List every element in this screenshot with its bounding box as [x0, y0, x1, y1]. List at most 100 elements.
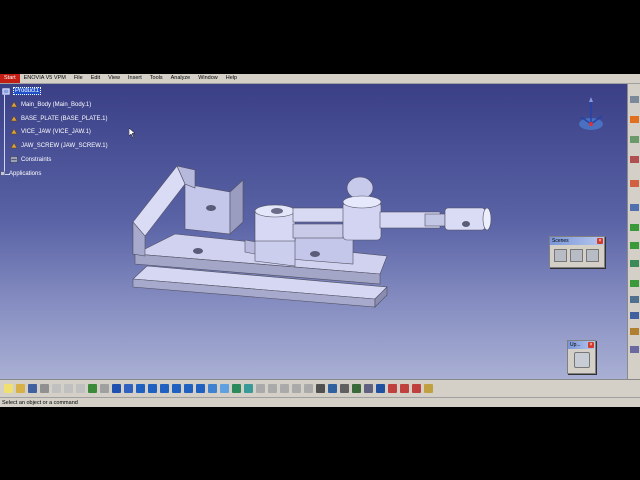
tool-icon[interactable] [630, 296, 639, 303]
tool-icon[interactable] [630, 136, 639, 143]
undo-icon[interactable] [88, 384, 97, 393]
menu-bar: Start ENOVIA V5 VPM File Edit View Inser… [0, 74, 640, 84]
measure-item-icon[interactable] [268, 384, 277, 393]
tree-node-label: Applications [9, 170, 42, 177]
section-icon[interactable] [352, 384, 361, 393]
tree-node-label: Product1 [13, 87, 42, 95]
apply-material-icon[interactable] [388, 384, 397, 393]
part-icon [10, 142, 18, 149]
menu-tools[interactable]: Tools [146, 74, 167, 83]
menu-help[interactable]: Help [222, 74, 241, 83]
save-icon[interactable] [28, 384, 37, 393]
menu-analyze[interactable]: Analyze [167, 74, 195, 83]
menu-file[interactable]: File [70, 74, 87, 83]
update-toolbar[interactable]: Up... × [567, 340, 596, 374]
cut-icon[interactable] [52, 384, 61, 393]
open-icon[interactable] [16, 384, 25, 393]
tree-node-base-plate[interactable]: BASE_PLATE (BASE_PLATE.1) [10, 115, 107, 122]
whats-this-icon[interactable] [112, 384, 121, 393]
tree-node-label: VICE_JAW (VICE_JAW.1) [21, 128, 91, 135]
scenes-toolbar[interactable]: Scenes × [549, 236, 605, 268]
camera-icon[interactable] [316, 384, 325, 393]
grid-icon[interactable] [424, 384, 433, 393]
tool-icon[interactable] [630, 328, 639, 335]
applications-icon [0, 171, 5, 176]
tree-line [4, 91, 5, 175]
product-icon [2, 87, 10, 95]
status-bar: Select an object or a command [0, 397, 640, 407]
snap-icon[interactable] [304, 384, 313, 393]
right-toolbar [627, 84, 640, 389]
compass-icon[interactable] [576, 94, 610, 132]
tool-icon[interactable] [630, 280, 639, 287]
tree-node-product1[interactable]: Product1 [2, 87, 42, 95]
analysis-icon[interactable] [376, 384, 385, 393]
measure-icon[interactable] [256, 384, 265, 393]
tool-icon[interactable] [630, 116, 639, 123]
tree-node-vice-jaw[interactable]: VICE_JAW (VICE_JAW.1) [10, 128, 91, 135]
3d-viewport[interactable]: Product1 Main_Body (Main_Body.1) BASE_PL… [0, 84, 627, 389]
copy-icon[interactable] [64, 384, 73, 393]
tool-icon[interactable] [630, 96, 639, 103]
tool-icon[interactable] [630, 204, 639, 211]
catia-window: Start ENOVIA V5 VPM File Edit View Inser… [0, 74, 640, 407]
tool-icon[interactable] [630, 224, 639, 231]
tool-icon[interactable] [630, 346, 639, 353]
tree-node-main-body[interactable]: Main_Body (Main_Body.1) [10, 101, 91, 108]
fly-mode-icon[interactable] [124, 384, 133, 393]
pan-icon[interactable] [148, 384, 157, 393]
tree-node-jaw-screw[interactable]: JAW_SCREW (JAW_SCREW.1) [10, 142, 108, 149]
scenes-close-button[interactable]: × [597, 238, 603, 244]
part-icon [10, 128, 18, 135]
tool-icon[interactable] [630, 180, 639, 187]
swap-space-icon[interactable] [244, 384, 253, 393]
scene-create-icon[interactable] [554, 249, 567, 262]
tree-node-label: BASE_PLATE (BASE_PLATE.1) [21, 115, 108, 122]
mouse-cursor-icon [129, 128, 136, 138]
vise-assembly-model[interactable] [125, 144, 500, 319]
scenes-title: Scenes [550, 237, 604, 245]
bottom-toolbar [0, 379, 640, 397]
fix-icon[interactable] [400, 384, 409, 393]
hide-show-icon[interactable] [232, 384, 241, 393]
tool-icon[interactable] [630, 312, 639, 319]
tree-node-label: Constraints [21, 156, 52, 163]
scene-apply-icon[interactable] [586, 249, 599, 262]
menu-window[interactable]: Window [194, 74, 222, 83]
tool-icon[interactable] [630, 242, 639, 249]
print-icon[interactable] [40, 384, 49, 393]
scene-icon[interactable] [340, 384, 349, 393]
jaw-screw-part[interactable] [292, 195, 492, 241]
clash-icon[interactable] [364, 384, 373, 393]
catalog-icon[interactable] [328, 384, 337, 393]
shading-icon[interactable] [220, 384, 229, 393]
update-close-button[interactable]: × [588, 342, 594, 348]
part-icon [10, 101, 18, 108]
zoom-in-icon[interactable] [172, 384, 181, 393]
normal-view-icon[interactable] [196, 384, 205, 393]
scene-edit-icon[interactable] [570, 249, 583, 262]
fit-all-icon[interactable] [136, 384, 145, 393]
redo-icon[interactable] [100, 384, 109, 393]
coincidence-icon[interactable] [412, 384, 421, 393]
update-all-icon[interactable] [573, 352, 590, 368]
new-icon[interactable] [4, 384, 13, 393]
tool-icon[interactable] [630, 260, 639, 267]
menu-edit[interactable]: Edit [87, 74, 104, 83]
menu-enovia[interactable]: ENOVIA V5 VPM [20, 74, 70, 83]
tool-icon[interactable] [630, 156, 639, 163]
tree-node-applications[interactable]: Applications [0, 170, 41, 177]
rotate-icon[interactable] [160, 384, 169, 393]
zoom-out-icon[interactable] [184, 384, 193, 393]
part-icon [10, 115, 18, 122]
measure-inertia-icon[interactable] [280, 384, 289, 393]
iso-view-icon[interactable] [208, 384, 217, 393]
constraints-icon [10, 156, 18, 163]
manipulation-icon[interactable] [292, 384, 301, 393]
menu-insert[interactable]: Insert [124, 74, 146, 83]
tree-node-constraints[interactable]: Constraints [10, 156, 51, 163]
menu-start[interactable]: Start [0, 74, 20, 83]
tree-node-label: Main_Body (Main_Body.1) [21, 101, 92, 108]
paste-icon[interactable] [76, 384, 85, 393]
menu-view[interactable]: View [104, 74, 124, 83]
